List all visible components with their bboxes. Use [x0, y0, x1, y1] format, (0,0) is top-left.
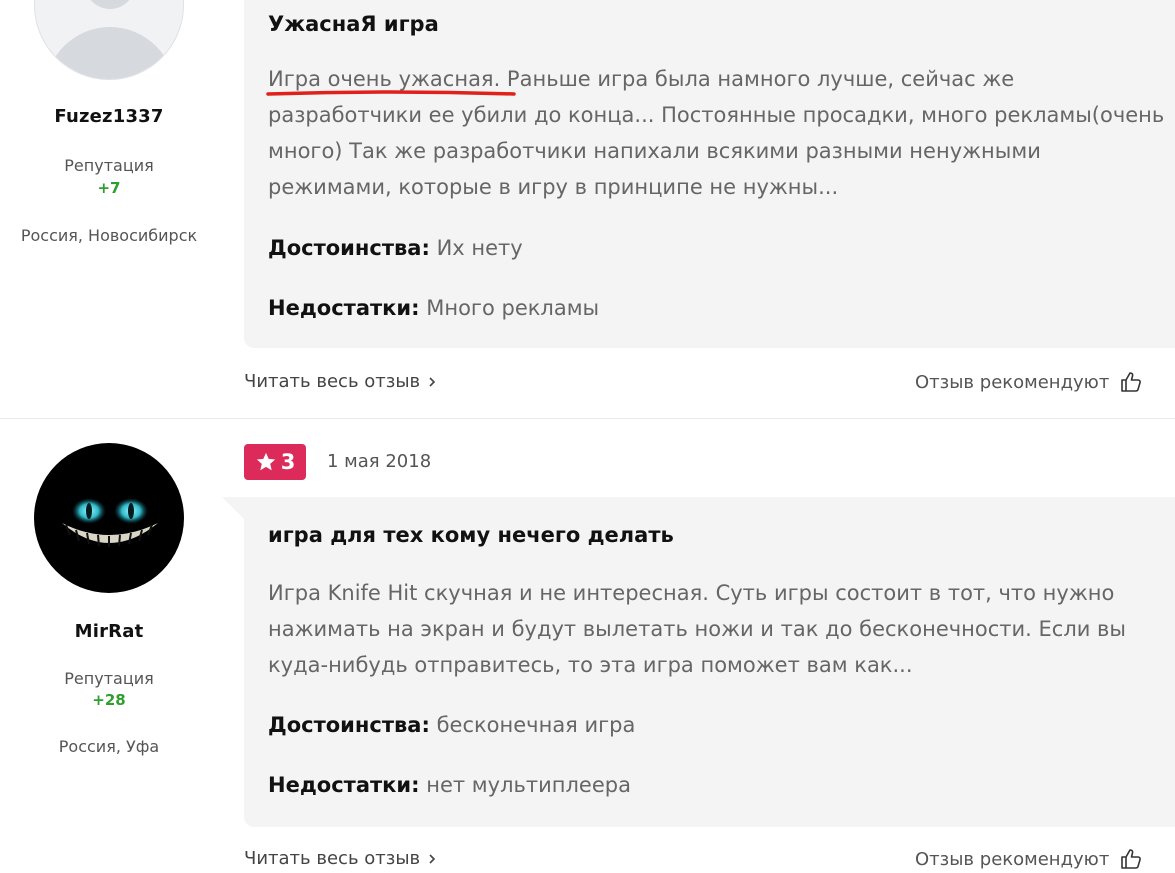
cons-value: Много рекламы: [426, 296, 600, 320]
highlighted-text: Игра очень ужасная: [266, 67, 516, 96]
recommend-block: Отзыв рекомендуют: [915, 370, 1143, 394]
rating-badge: 3: [244, 444, 306, 480]
star-icon: [256, 452, 275, 471]
cons-label: Недостатки:: [268, 773, 420, 797]
review-item: Fuzez1337 Репутация +7 Россия, Новосибир…: [0, 0, 1175, 418]
card-pointer: [222, 497, 246, 521]
pros-value: бесконечная игра: [436, 713, 636, 737]
cons-value: нет мультиплеера: [426, 773, 631, 797]
pros-value: Их нету: [436, 236, 523, 260]
thumbs-up-icon[interactable]: [1119, 847, 1143, 871]
review-card[interactable]: игра для тех кому нечего делать Игра Kni…: [244, 497, 1175, 827]
review-title[interactable]: УжаснаЯ игра: [268, 12, 439, 36]
review-cons: Недостатки: Много рекламы: [268, 296, 599, 320]
cons-label: Недостатки:: [268, 296, 420, 320]
review-title[interactable]: игра для тех кому нечего делать: [268, 523, 674, 547]
review-card[interactable]: УжаснаЯ игра Игра очень ужасная. Раньше …: [244, 0, 1175, 348]
read-more-label: Читать весь отзыв: [244, 371, 421, 392]
recommend-label: Отзыв рекомендуют: [915, 848, 1110, 870]
avatar[interactable]: [34, 443, 184, 593]
pros-label: Достоинства:: [268, 236, 430, 260]
chevron-right-icon: [429, 853, 436, 864]
default-user-icon: [85, 0, 135, 9]
pros-label: Достоинства:: [268, 713, 430, 737]
review-text: Игра Knife Hit скучная и не интересная. …: [268, 581, 1127, 677]
reputation-label: Репутация: [64, 156, 154, 175]
read-full-review-link[interactable]: Читать весь отзыв: [244, 848, 438, 869]
review-pros: Достоинства: бесконечная игра: [268, 713, 635, 737]
author-location: Россия, Новосибирск: [20, 226, 198, 245]
review-pros: Достоинства: Их нету: [268, 236, 523, 260]
thumbs-up-icon[interactable]: [1119, 370, 1143, 394]
review-item: MirRat Репутация +28 Россия, Уфа 3 1 мая…: [0, 418, 1175, 873]
reputation-value: +28: [92, 691, 126, 709]
reputation-value: +7: [97, 179, 121, 197]
reputation-label: Репутация: [64, 669, 154, 688]
recommend-block: Отзыв рекомендуют: [915, 847, 1143, 871]
author-name[interactable]: Fuzez1337: [0, 106, 218, 127]
rating-value: 3: [280, 450, 296, 474]
author-location: Россия, Уфа: [58, 737, 160, 756]
red-underline-mark: [266, 90, 516, 96]
review-text: Игра очень ужасная. Раньше игра была нам…: [266, 67, 1165, 199]
review-date: 1 мая 2018: [327, 451, 432, 472]
grinning-cat-avatar-icon: [62, 498, 158, 547]
chevron-right-icon: [429, 376, 436, 387]
read-full-review-link[interactable]: Читать весь отзыв: [244, 371, 438, 392]
author-name[interactable]: MirRat: [0, 621, 218, 642]
review-cons: Недостатки: нет мультиплеера: [268, 773, 631, 797]
read-more-label: Читать весь отзыв: [244, 848, 421, 869]
avatar[interactable]: [34, 0, 184, 80]
recommend-label: Отзыв рекомендуют: [915, 371, 1110, 393]
